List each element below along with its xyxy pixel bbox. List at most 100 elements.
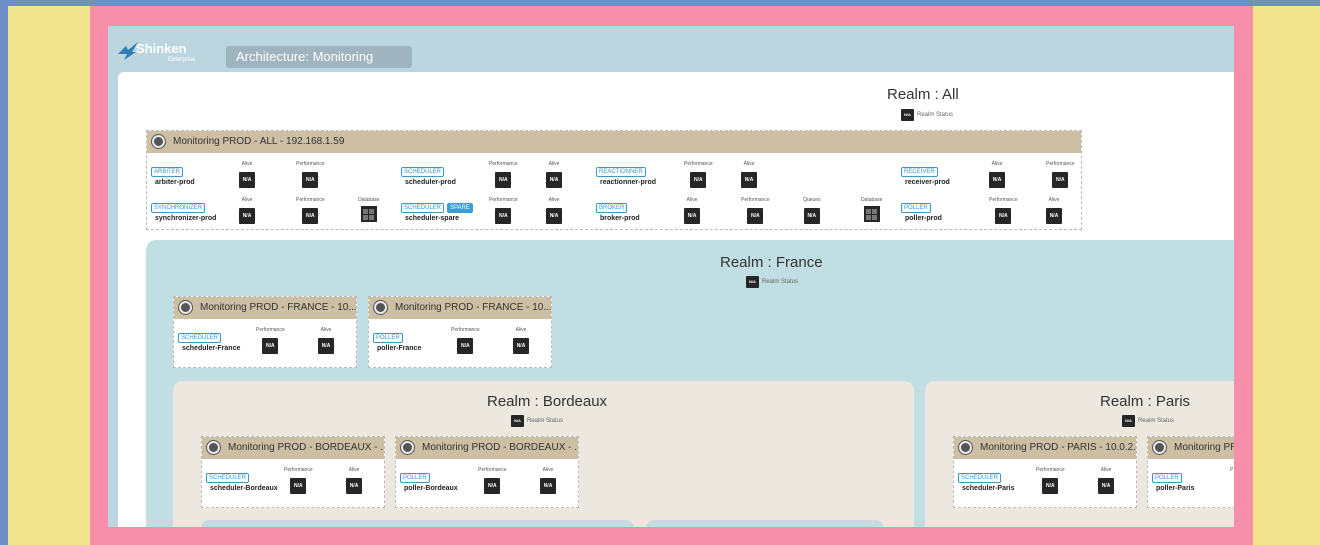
daemon-name: poller-Paris bbox=[1156, 485, 1195, 492]
daemon-scheduler-bordeaux[interactable]: SCHEDULER scheduler-Bordeaux Performance… bbox=[206, 467, 376, 497]
realm-france-title: Realm : France bbox=[720, 254, 823, 271]
daemon-synchronizer-prod[interactable]: SYNCHRONIZER synchronizer-prod Alive N/A Per… bbox=[151, 197, 401, 227]
group-header[interactable]: Monitoring PRO bbox=[1148, 437, 1234, 459]
indicator-performance[interactable]: P bbox=[1230, 467, 1233, 474]
indicator-performance[interactable]: Performance N/A bbox=[684, 161, 713, 188]
daemon-type-badge: REACTIONNER bbox=[596, 167, 646, 177]
daemon-name: scheduler-prod bbox=[405, 179, 456, 186]
daemon-scheduler-prod[interactable]: SCHEDULER scheduler-prod Performance N/A Ali… bbox=[401, 161, 601, 191]
realm-paris-status[interactable]: N/A Realm Status bbox=[1122, 415, 1174, 427]
indicator-alive[interactable]: Alive N/A bbox=[546, 197, 562, 224]
realm-france-status-indicator[interactable]: N/A bbox=[746, 276, 759, 288]
group-title: Monitoring PRO bbox=[1174, 442, 1234, 453]
group-header[interactable]: Monitoring PROD - FRANCE - 10.... bbox=[174, 297, 356, 319]
subrealm-placeholder bbox=[646, 520, 884, 527]
realm-status-label: Realm Status bbox=[917, 112, 954, 118]
group-title: Monitoring PROD - PARIS - 10.0.2.1 bbox=[980, 442, 1136, 453]
daemon-type-badge: SCHEDULER bbox=[401, 203, 445, 213]
gear-icon[interactable] bbox=[152, 135, 165, 148]
indicator-performance[interactable]: Performance N/A bbox=[284, 467, 313, 494]
realm-all-status[interactable]: N/A Realm Status bbox=[901, 109, 953, 121]
gear-icon[interactable] bbox=[959, 441, 972, 454]
realm-status-label: Realm Status bbox=[762, 279, 799, 285]
indicator-alive[interactable]: Alive N/A bbox=[684, 197, 700, 224]
group-header[interactable]: Monitoring PROD - BORDEAUX - ... bbox=[396, 437, 578, 459]
outer-border-left bbox=[0, 0, 8, 545]
indicator-performance[interactable]: Performance N/A bbox=[1036, 467, 1065, 494]
daemon-reactionner-prod[interactable]: REACTIONNER reactionner-prod Performance N/… bbox=[596, 161, 896, 191]
brand-name: Shinken bbox=[136, 41, 187, 56]
app-window: Shinken Enterprise Architecture: Monitor… bbox=[108, 26, 1234, 527]
group-header[interactable]: Monitoring PROD - ALL - 192.168.1.59 bbox=[147, 131, 1081, 153]
group-header[interactable]: Monitoring PROD - PARIS - 10.0.2.1 bbox=[954, 437, 1136, 459]
daemon-scheduler-paris[interactable]: SCHEDULER scheduler-Paris Performance N/A… bbox=[958, 467, 1128, 497]
realm-bordeaux-title: Realm : Bordeaux bbox=[487, 393, 608, 410]
group-header[interactable]: Monitoring PROD - FRANCE - 10.... bbox=[369, 297, 551, 319]
daemon-scheduler-france[interactable]: SCHEDULER scheduler-France Performance N/… bbox=[178, 327, 348, 357]
gear-icon[interactable] bbox=[374, 301, 387, 314]
daemon-poller-france[interactable]: POLLER poller-France Performance N/A Aliv… bbox=[373, 327, 543, 357]
gear-icon[interactable] bbox=[401, 441, 414, 454]
gear-icon[interactable] bbox=[207, 441, 220, 454]
indicator-performance[interactable]: Performance N/A bbox=[1046, 161, 1075, 188]
indicator-alive[interactable]: Alive N/A bbox=[741, 161, 757, 188]
indicator-queues[interactable]: Queues N/A bbox=[803, 197, 821, 224]
daemon-name: broker-prod bbox=[600, 215, 640, 222]
page-title[interactable]: Architecture: Monitoring PROD bbox=[226, 46, 412, 86]
daemon-name: poller-France bbox=[377, 345, 422, 352]
group-title: Monitoring PROD - BORDEAUX - ... bbox=[228, 442, 384, 453]
group-header[interactable]: Monitoring PROD - BORDEAUX - ... bbox=[202, 437, 384, 459]
daemon-receiver-prod[interactable]: RECEIVER receiver-prod Alive N/A Performance… bbox=[901, 161, 1081, 191]
indicator-performance[interactable]: Performance N/A bbox=[489, 161, 518, 188]
indicator-alive[interactable]: Alive N/A bbox=[513, 327, 529, 354]
indicator-alive[interactable]: Alive N/A bbox=[1046, 197, 1062, 224]
daemon-name: arbiter-prod bbox=[155, 179, 195, 186]
realm-france-status[interactable]: N/A Realm Status bbox=[746, 276, 798, 288]
realm-status-label: Realm Status bbox=[1138, 418, 1175, 424]
daemon-poller-bordeaux[interactable]: POLLER poller-Bordeaux Performance N/A Al… bbox=[400, 467, 570, 497]
daemon-name: scheduler-France bbox=[182, 345, 241, 352]
group-title: Monitoring PROD - FRANCE - 10.... bbox=[395, 302, 551, 313]
indicator-performance[interactable]: Performance N/A bbox=[478, 467, 507, 494]
daemon-name: receiver-prod bbox=[905, 179, 950, 186]
daemon-poller-prod[interactable]: POLLER poller-prod Performance N/A Alive N/A bbox=[901, 197, 1081, 227]
indicator-alive[interactable]: Alive N/A bbox=[989, 161, 1005, 188]
monitoring-group-all: Monitoring PROD - ALL - 192.168.1.59 ARB… bbox=[146, 130, 1082, 230]
indicator-alive[interactable]: Alive N/A bbox=[1098, 467, 1114, 494]
indicator-performance[interactable]: Performance N/A bbox=[451, 327, 480, 354]
indicator-alive[interactable]: Alive N/A bbox=[318, 327, 334, 354]
daemon-scheduler-spare[interactable]: SCHEDULER SPARE scheduler-spare Performance… bbox=[401, 197, 601, 227]
realm-paris-container: Realm : Paris N/A Realm Status Monitoring… bbox=[925, 381, 1234, 527]
indicator-performance[interactable]: Performance N/A bbox=[489, 197, 518, 224]
indicator-performance[interactable]: Performance N/A bbox=[989, 197, 1018, 224]
daemon-type-badge: SCHEDULER bbox=[178, 333, 222, 343]
indicator-performance[interactable]: Performance N/A bbox=[296, 197, 325, 224]
gear-icon[interactable] bbox=[179, 301, 192, 314]
indicator-performance[interactable]: Performance N/A bbox=[256, 327, 285, 354]
realm-bordeaux-status-indicator[interactable]: N/A bbox=[511, 415, 524, 427]
indicator-alive[interactable]: Alive N/A bbox=[239, 161, 255, 188]
shinken-logo[interactable]: Shinken Enterprise bbox=[116, 40, 202, 70]
indicator-alive[interactable]: Alive N/A bbox=[546, 161, 562, 188]
indicator-alive[interactable]: Alive N/A bbox=[540, 467, 556, 494]
indicator-database[interactable]: Database bbox=[358, 197, 379, 227]
indicator-performance[interactable]: Performance N/A bbox=[296, 161, 325, 188]
monitoring-group-bordeaux-scheduler: Monitoring PROD - BORDEAUX - ... SCHEDUL… bbox=[201, 436, 385, 508]
realm-paris-status-indicator[interactable]: N/A bbox=[1122, 415, 1135, 427]
database-status-grid bbox=[360, 206, 377, 222]
daemon-name: poller-Bordeaux bbox=[404, 485, 458, 492]
monitoring-group-paris-scheduler: Monitoring PROD - PARIS - 10.0.2.1 SCHED… bbox=[953, 436, 1137, 508]
indicator-performance[interactable]: Performance N/A bbox=[741, 197, 770, 224]
indicator-database[interactable]: Database bbox=[861, 197, 882, 227]
realm-all-status-indicator[interactable]: N/A bbox=[901, 109, 914, 121]
daemon-poller-paris[interactable]: POLLER poller-Paris P bbox=[1152, 467, 1234, 497]
indicator-alive[interactable]: Alive N/A bbox=[239, 197, 255, 224]
daemon-broker-prod[interactable]: BROKER broker-prod Alive N/A Performance N/A Q… bbox=[596, 197, 896, 227]
group-title: Monitoring PROD - FRANCE - 10.... bbox=[200, 302, 356, 313]
daemon-name: scheduler-spare bbox=[405, 215, 460, 222]
gear-icon[interactable] bbox=[1153, 441, 1166, 454]
monitoring-group-paris-poller: Monitoring PRO POLLER poller-Paris P bbox=[1147, 436, 1234, 508]
indicator-alive[interactable]: Alive N/A bbox=[346, 467, 362, 494]
realm-bordeaux-status[interactable]: N/A Realm Status bbox=[511, 415, 563, 427]
daemon-arbiter-prod[interactable]: ARBITER arbiter-prod Alive N/A Performance N/… bbox=[151, 161, 401, 191]
